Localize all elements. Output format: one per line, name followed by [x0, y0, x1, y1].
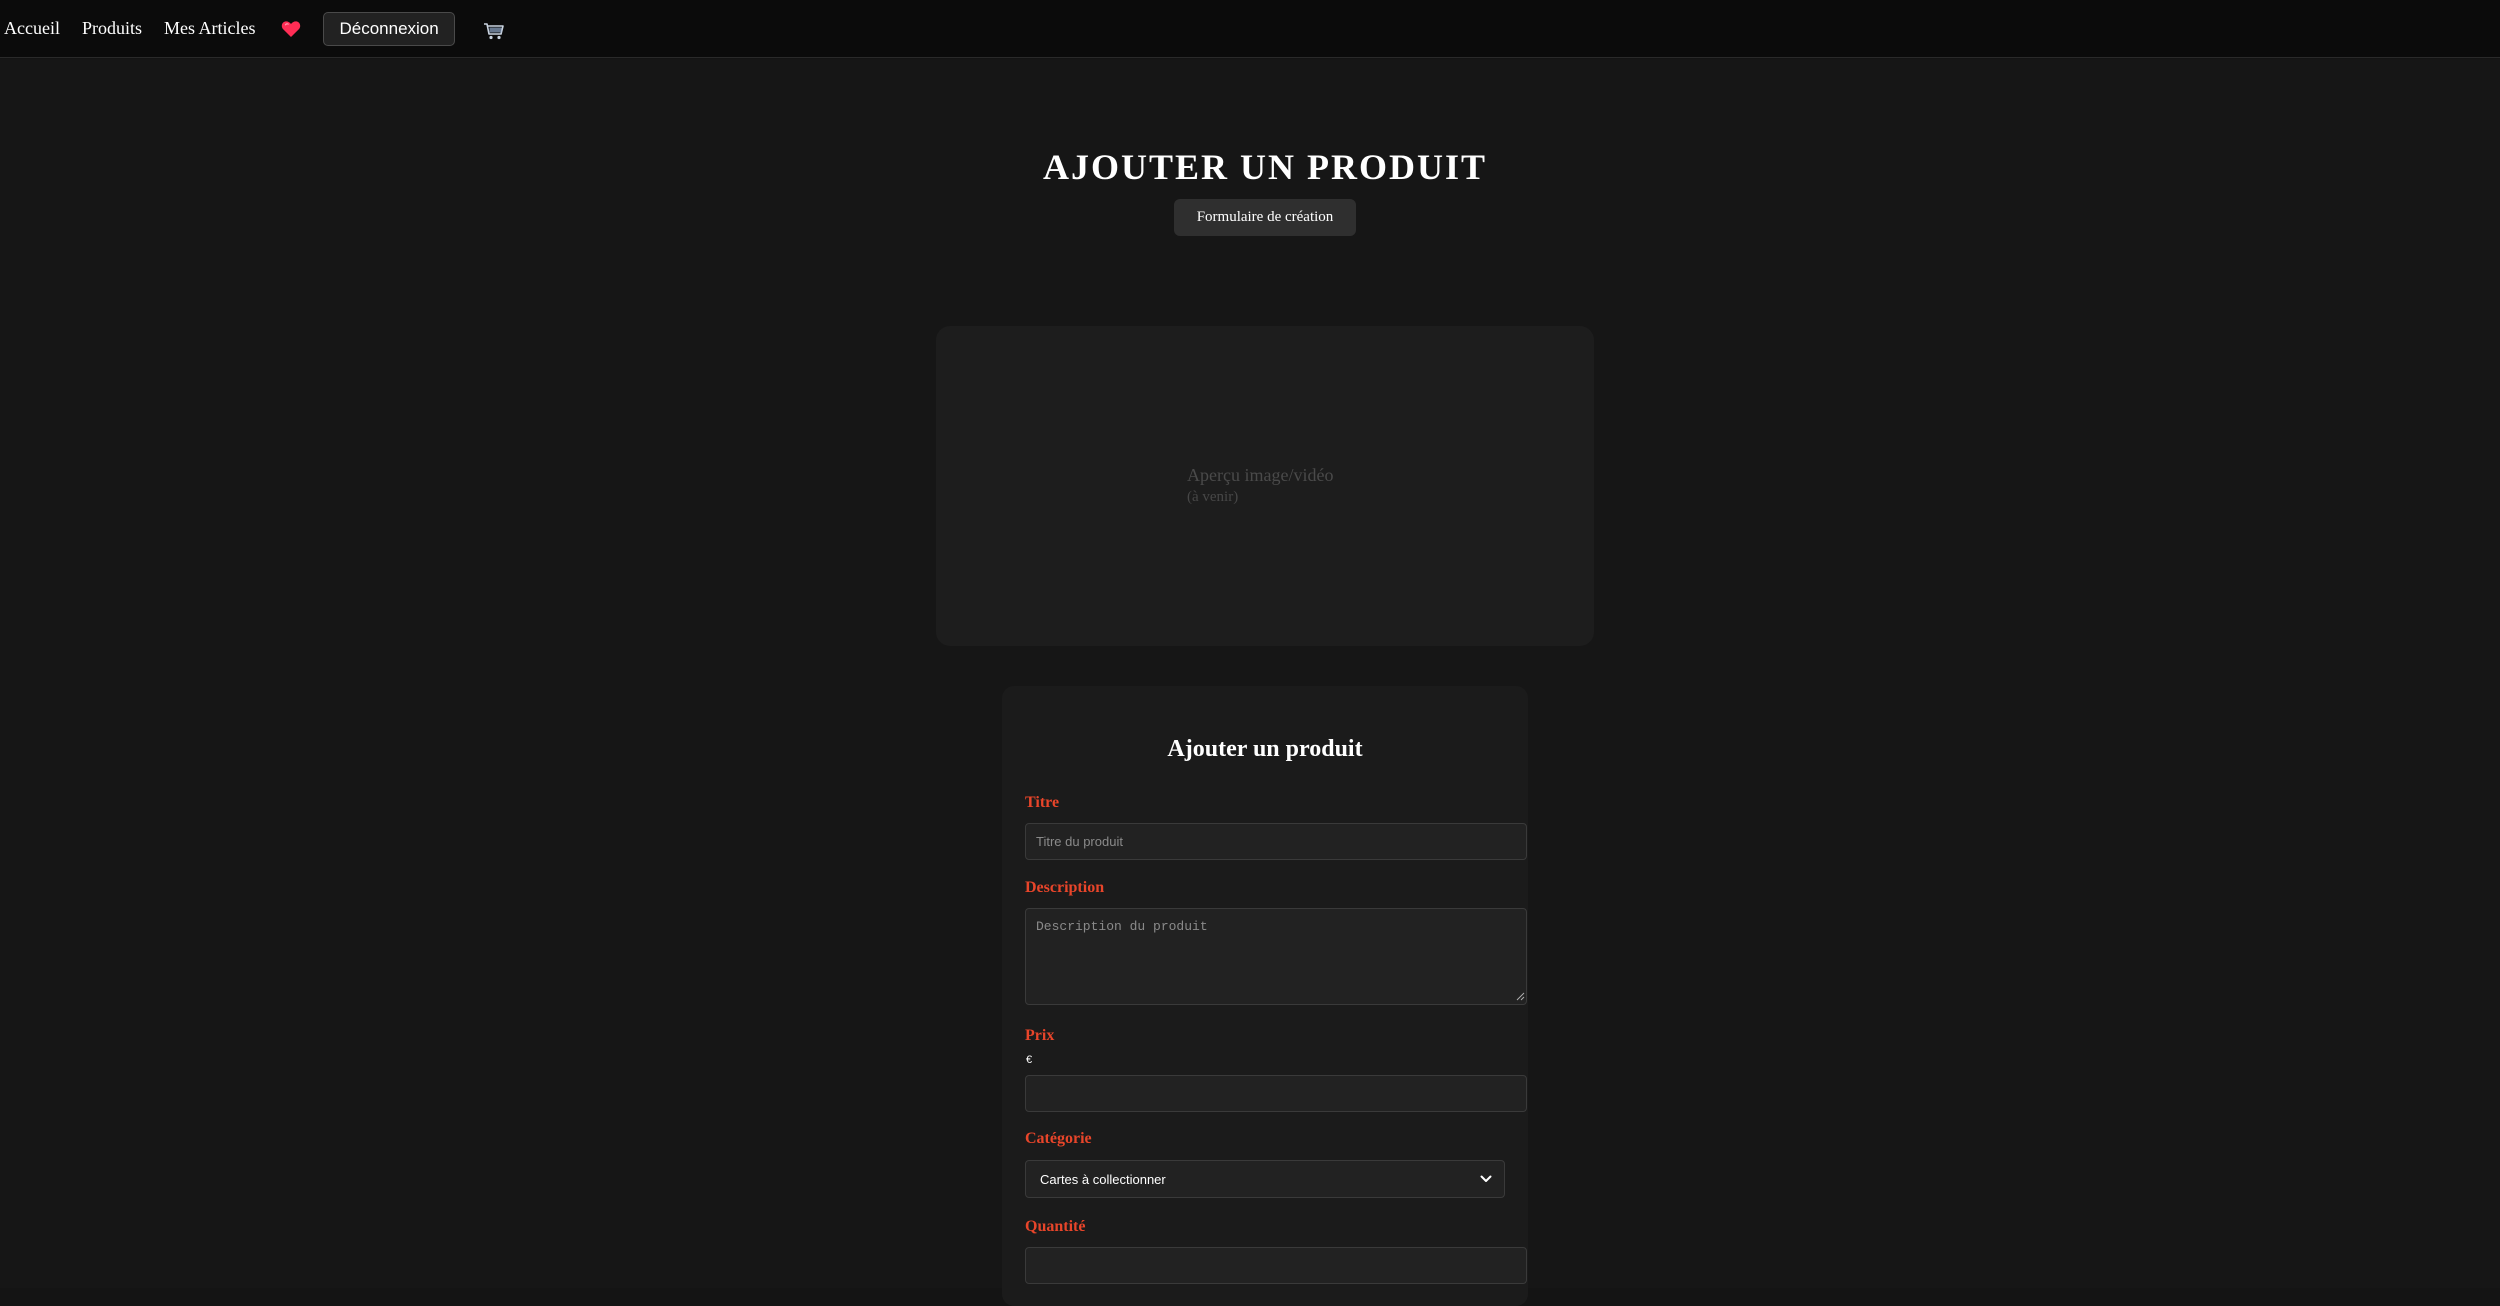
category-select[interactable]: Cartes à collectionner — [1025, 1160, 1505, 1198]
textarea-resize-icon[interactable] — [1515, 991, 1525, 1001]
media-preview-placeholder: Aperçu image/vidéo (à venir) — [1187, 464, 1333, 508]
form-title: Ajouter un produit — [1167, 736, 1363, 762]
page-title: AJOUTER UN PRODUIT — [1042, 147, 1488, 187]
form-subtitle-badge: Formulaire de création — [1174, 199, 1356, 236]
chevron-down-icon — [1480, 1175, 1492, 1183]
media-preview-subtext: (à venir) — [1187, 489, 1239, 505]
price-currency-symbol: € — [1026, 1054, 1033, 1066]
title-input[interactable] — [1025, 823, 1527, 860]
quantity-label: Quantité — [1025, 1218, 1086, 1235]
quantity-input[interactable] — [1025, 1247, 1527, 1284]
price-label: Prix — [1025, 1027, 1055, 1044]
heart-icon[interactable] — [281, 20, 301, 38]
nav-my-items-link[interactable]: Mes Articles — [164, 18, 256, 39]
title-label: Titre — [1025, 794, 1060, 811]
logout-button[interactable]: Déconnexion — [323, 11, 455, 46]
description-label: Description — [1025, 879, 1105, 896]
media-preview-text: Aperçu image/vidéo — [1187, 465, 1334, 485]
cart-icon[interactable] — [483, 22, 505, 40]
price-input[interactable] — [1025, 1075, 1527, 1112]
category-selected-value: Cartes à collectionner — [1040, 1171, 1166, 1187]
description-textarea[interactable] — [1025, 908, 1527, 1005]
nav-home-link[interactable]: Accueil — [4, 18, 60, 39]
nav-products-link[interactable]: Produits — [82, 18, 142, 39]
category-label: Catégorie — [1025, 1130, 1092, 1147]
top-navbar: Accueil Produits Mes Articles Déconnexio… — [0, 0, 2500, 58]
